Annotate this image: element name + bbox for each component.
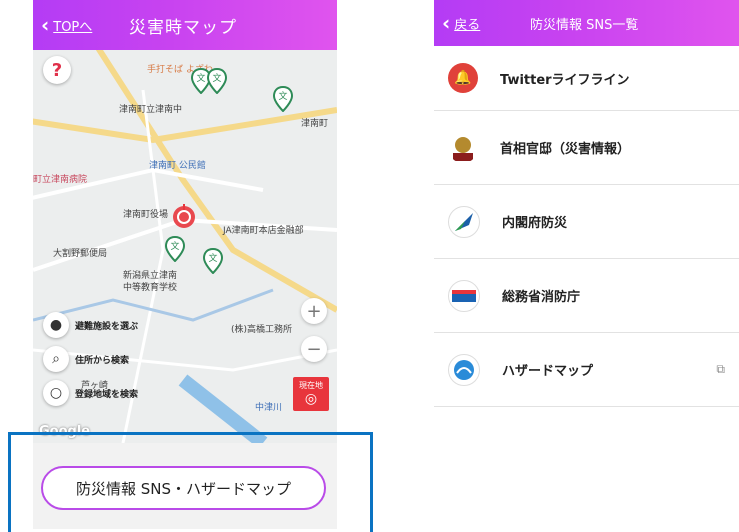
shelter-pin-icon[interactable]: 文 [273, 86, 293, 112]
map-label-yakuba: 津南町役場 [123, 210, 169, 220]
hazard-map-icon [448, 353, 480, 386]
list-item-cabinet-office[interactable]: 内閣府防災 [434, 185, 739, 259]
back-button[interactable]: ‹ 戻る [442, 13, 480, 33]
sns-list-screen: ‹ 戻る 防災情報 SNS一覧 🔔 Twitterライフライン 首相官邸（災害情… [434, 0, 739, 529]
svg-text:文: 文 [170, 240, 179, 252]
map-view[interactable]: ? 手打そば よざわ 津南町立津南中 津南町 津南町 公民館 町立津南病院 津南… [33, 50, 337, 443]
cabinet-office-icon [448, 205, 480, 238]
page-title: 災害時マップ [129, 17, 237, 38]
list-item-label: 総務省消防庁 [502, 290, 581, 305]
current-location-marker-icon [173, 204, 195, 228]
search-address-control[interactable]: ⌕ 住所から検索 [43, 346, 129, 372]
choose-facility-label: 避難施設を選ぶ [75, 321, 139, 332]
list-item-label: ハザードマップ [502, 364, 594, 379]
sns-header: ‹ 戻る 防災情報 SNS一覧 [434, 0, 739, 46]
map-label-middle-school: 津南町立津南中 [119, 105, 183, 115]
map-label-post: 大割野郵便局 [53, 249, 108, 259]
current-location-button[interactable]: 現在地 ◎ [293, 377, 329, 411]
external-link-icon: ⧉ [716, 362, 725, 376]
svg-text:文: 文 [278, 90, 287, 102]
list-item-kantei[interactable]: 首相官邸（災害情報） [434, 111, 739, 185]
kantei-crest-icon [448, 132, 478, 163]
crosshair-icon: ◎ [304, 391, 318, 407]
zoom-in-button[interactable]: + [301, 298, 327, 324]
list-item-label: 首相官邸（災害情報） [500, 142, 631, 157]
map-pin-icon: ● [43, 312, 69, 338]
search-registered-control[interactable]: ○ 登録地域を検索 [43, 380, 138, 406]
highlight-frame [8, 432, 373, 532]
location-outline-icon: ○ [43, 380, 69, 406]
list-item-hazard-map[interactable]: ハザードマップ ⧉ [434, 333, 739, 407]
map-label-kominkan: 津南町 公民館 [149, 161, 206, 171]
current-location-label: 現在地 [299, 381, 323, 390]
list-item-twitter[interactable]: 🔔 Twitterライフライン [434, 46, 739, 111]
back-label: TOPへ [53, 19, 93, 35]
chevron-left-icon: ‹ [41, 13, 50, 37]
top-back-button[interactable]: ‹ TOPへ [41, 15, 92, 35]
map-label-river: 中津川 [255, 403, 283, 413]
search-address-label: 住所から検索 [75, 355, 130, 366]
shelter-pin-icon[interactable]: 文 [203, 248, 223, 274]
shelter-pin-icon[interactable]: 文 [165, 236, 185, 262]
map-label-ja: JA津南町本店金融部 [223, 226, 304, 236]
list-item-label: Twitterライフライン [500, 72, 630, 88]
search-registered-label: 登録地域を検索 [75, 389, 139, 400]
page-title: 防災情報 SNS一覧 [530, 17, 639, 33]
svg-text:文: 文 [196, 72, 205, 84]
fdma-icon [448, 279, 480, 312]
map-label-kenritsu-2: 中等教育学校 [123, 283, 178, 293]
sns-list: 🔔 Twitterライフライン 首相官邸（災害情報） 内閣府防災 総務省消防庁 [434, 46, 739, 407]
shelter-pin-icon[interactable]: 文 [207, 68, 227, 94]
map-label-hospital: 町立津南病院 [33, 175, 88, 185]
list-item-fdma[interactable]: 総務省消防庁 [434, 259, 739, 333]
map-label-tsunan: 津南町 [301, 119, 329, 129]
bell-icon: 🔔 [448, 63, 478, 93]
svg-text:文: 文 [208, 252, 217, 264]
choose-facility-control[interactable]: ● 避難施設を選ぶ [43, 312, 138, 338]
zoom-out-button[interactable]: − [301, 336, 327, 362]
map-header: ‹ TOPへ 災害時マップ [33, 0, 337, 50]
search-icon: ⌕ [43, 346, 69, 372]
back-label: 戻る [454, 17, 481, 33]
chevron-left-icon: ‹ [442, 11, 451, 35]
list-item-label: 内閣府防災 [502, 216, 568, 231]
svg-text:文: 文 [212, 72, 221, 84]
map-label-takahashi: (株)高橋工務所 [231, 325, 293, 335]
help-button[interactable]: ? [43, 56, 71, 84]
